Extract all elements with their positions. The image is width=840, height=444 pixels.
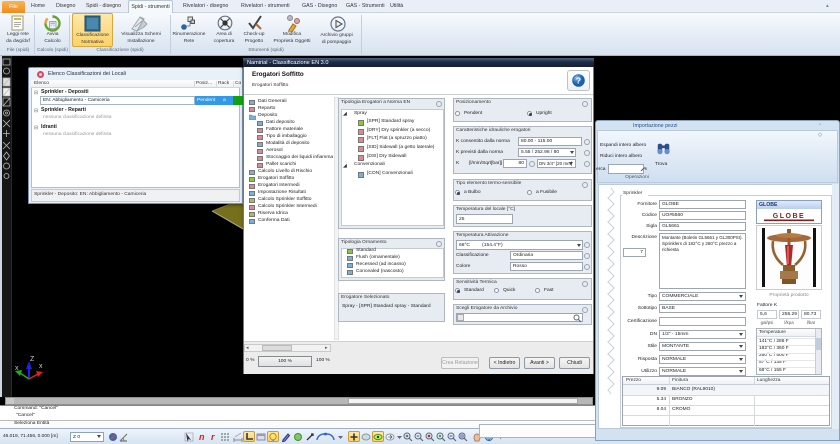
svg-text:?: ?: [576, 75, 581, 85]
svg-text:Z: Z: [30, 356, 35, 363]
svg-text:n: n: [199, 432, 205, 442]
svg-text:r: r: [211, 432, 215, 442]
svg-text:x: x: [39, 363, 43, 370]
